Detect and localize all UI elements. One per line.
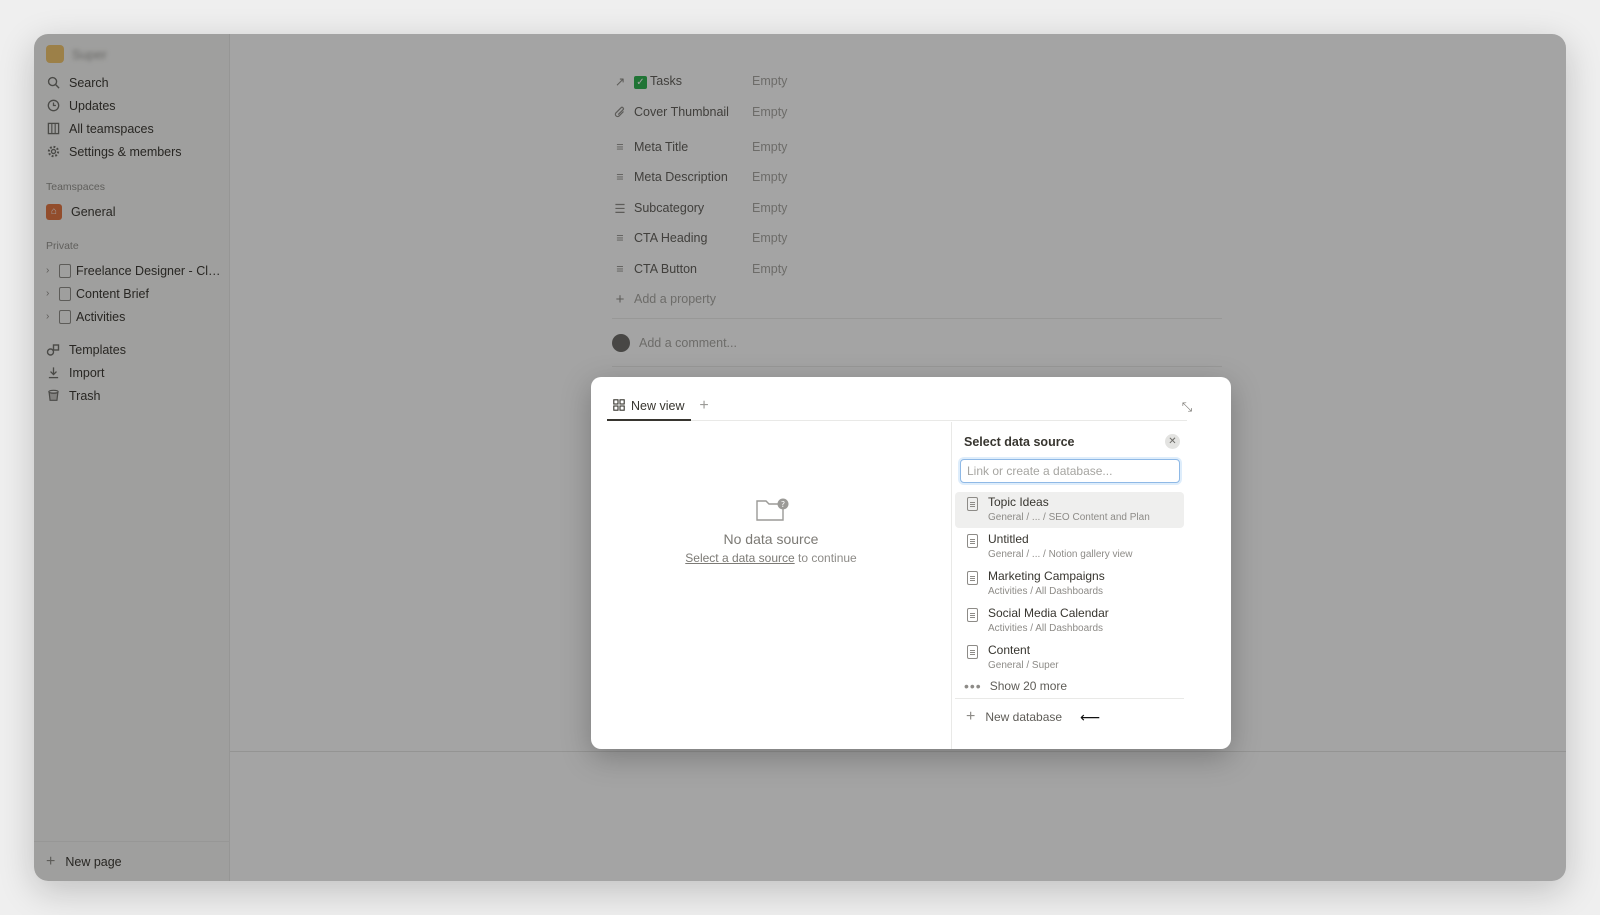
gallery-icon [613, 398, 625, 414]
panel-title: Select data source [964, 435, 1075, 449]
folder-question-icon: ? [755, 497, 789, 523]
page-icon [967, 608, 978, 622]
new-database-button[interactable]: + New database ⟵ [966, 708, 1100, 726]
divider [951, 422, 952, 749]
empty-title: No data source [723, 531, 819, 547]
item-name: Marketing Campaigns [988, 569, 1105, 583]
item-path: General / Super [988, 660, 1059, 671]
page-icon [967, 497, 978, 511]
list-item[interactable]: Topic Ideas General / ... / SEO Content … [955, 492, 1184, 528]
list-item[interactable]: Content General / Super [955, 640, 1184, 676]
new-view-modal: New view + ⤡ ? No data source Select a d… [591, 377, 1231, 749]
show-more-label: Show 20 more [989, 679, 1068, 693]
page-icon [967, 645, 978, 659]
list-item[interactable]: Marketing Campaigns Activities / All Das… [955, 566, 1184, 602]
page-icon [967, 571, 978, 585]
more-dots-icon: ••• [964, 678, 982, 694]
expand-icon[interactable]: ⤡ [1179, 399, 1195, 415]
item-path: Activities / All Dashboards [988, 623, 1104, 634]
svg-text:?: ? [781, 500, 785, 509]
tab-label: New view [631, 399, 685, 413]
item-name: Content [988, 643, 1031, 657]
empty-state: ? No data source Select a data source to… [591, 497, 951, 565]
item-path: General / ... / Notion gallery view [988, 549, 1133, 560]
divider [955, 698, 1184, 699]
app-window: Super Search Updates All teamspaces Sett… [34, 34, 1566, 881]
list-item[interactable]: Social Media Calendar Activities / All D… [955, 603, 1184, 639]
item-name: Social Media Calendar [988, 606, 1109, 620]
page-icon [967, 534, 978, 548]
new-database-label: New database [985, 710, 1063, 724]
plus-icon: + [966, 708, 976, 725]
arrow-left-icon: ⟵ [1080, 708, 1101, 725]
select-data-source-link[interactable]: Select a data source [685, 551, 794, 565]
item-name: Untitled [988, 532, 1029, 546]
empty-suffix: to continue [798, 551, 857, 565]
item-path: General / ... / SEO Content and Plan [988, 512, 1150, 523]
item-name: Topic Ideas [988, 495, 1049, 509]
show-more-button[interactable]: ••• Show 20 more [964, 678, 1067, 694]
add-view-button[interactable]: + [695, 397, 713, 415]
view-tabs: New view + [607, 393, 1187, 421]
list-item[interactable]: Untitled General / ... / Notion gallery … [955, 529, 1184, 565]
empty-subtitle: Select a data source to continue [591, 551, 951, 565]
search-input[interactable] [960, 459, 1180, 483]
item-path: Activities / All Dashboards [988, 586, 1104, 597]
close-icon[interactable]: ✕ [1165, 434, 1180, 449]
tab-new-view[interactable]: New view [607, 393, 691, 421]
